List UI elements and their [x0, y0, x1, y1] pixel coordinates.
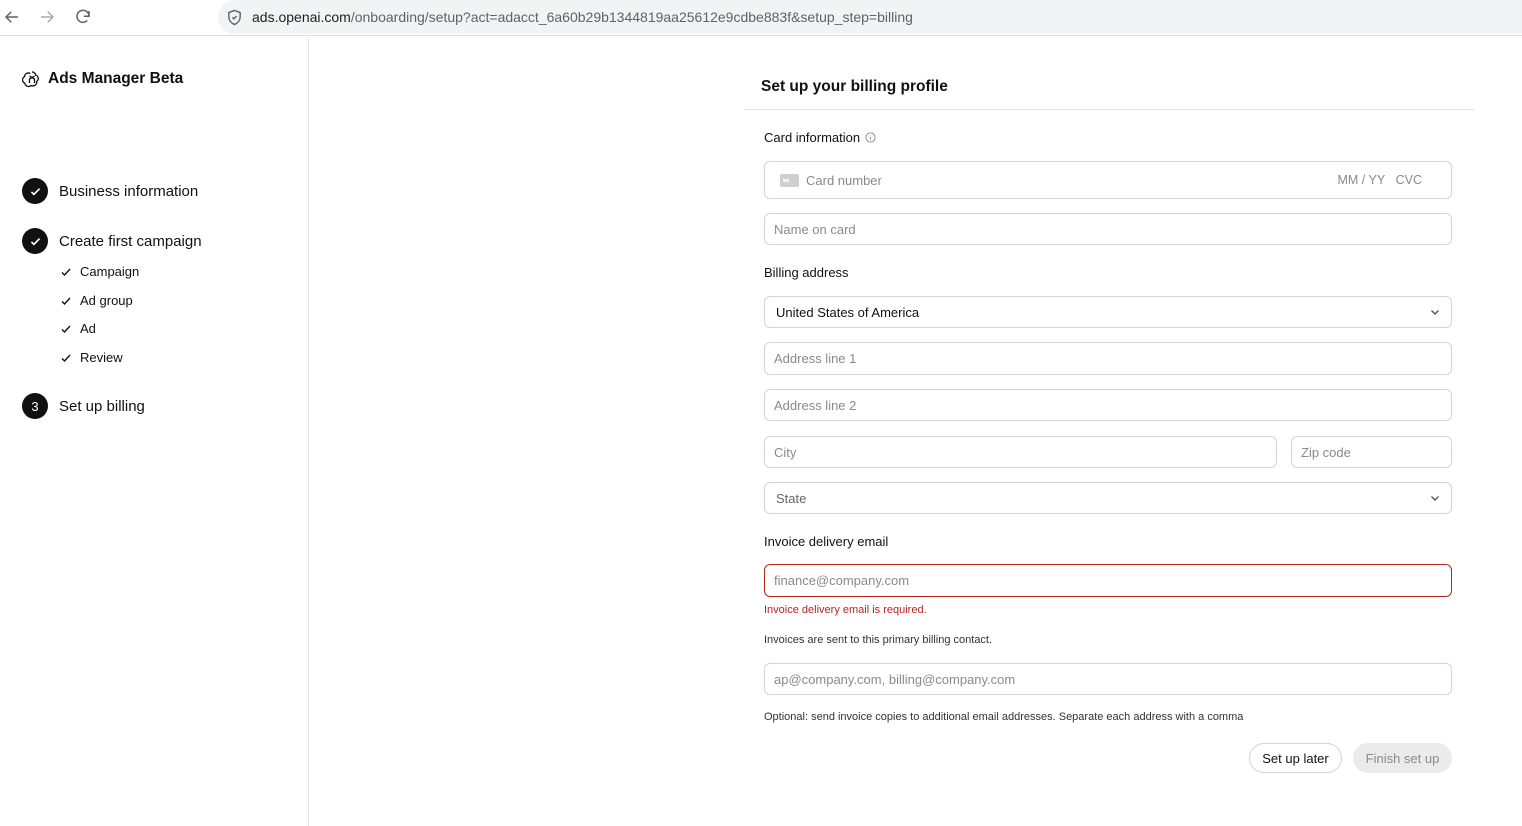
back-arrow-icon[interactable] [0, 5, 24, 29]
card-information-label: Card information [764, 130, 876, 145]
brand-name: Ads Manager Beta [48, 70, 184, 87]
url-domain: ads.openai.com [252, 9, 351, 25]
chevron-down-icon [1431, 496, 1439, 501]
billing-address-label: Billing address [764, 265, 849, 280]
step-label: Set up billing [59, 397, 145, 415]
address-bar[interactable]: ads.openai.com/onboarding/setup?act=adac… [218, 0, 1522, 34]
card-cvc-placeholder: CVC [1395, 173, 1422, 187]
step-complete-check-icon [22, 178, 48, 204]
check-icon [60, 352, 72, 364]
city-field[interactable]: City [764, 436, 1277, 468]
card-number-placeholder: Card number [806, 172, 882, 188]
city-placeholder: City [774, 444, 797, 460]
card-number-field[interactable]: Card number MM / YY CVC [764, 161, 1452, 199]
substep-campaign[interactable]: Campaign [60, 264, 139, 279]
step-number: 3 [22, 393, 48, 419]
substep-label: Review [80, 350, 123, 365]
address-line-2-field[interactable]: Address line 2 [764, 389, 1452, 421]
page-title: Set up your billing profile [761, 78, 948, 95]
card-expiry-cvc[interactable]: MM / YY CVC [1337, 173, 1422, 187]
openai-logo-icon [22, 71, 39, 88]
step-create-first-campaign[interactable]: Create first campaign [22, 228, 202, 254]
substep-label: Ad group [80, 293, 133, 308]
browser-toolbar: ads.openai.com/onboarding/setup?act=adac… [0, 0, 1522, 36]
country-value: United States of America [776, 304, 920, 320]
set-up-later-button[interactable]: Set up later [1249, 743, 1342, 773]
invoice-email-label: Invoice delivery email [764, 534, 889, 549]
divider [744, 109, 1474, 110]
finish-set-up-button[interactable]: Finish set up [1353, 743, 1452, 773]
state-placeholder: State [776, 490, 807, 506]
site-info-icon[interactable] [224, 7, 244, 27]
step-label: Business information [59, 182, 199, 200]
substep-ad-group[interactable]: Ad group [60, 293, 133, 308]
substep-review[interactable]: Review [60, 350, 123, 365]
invoice-email-help: Invoices are sent to this primary billin… [764, 634, 993, 646]
credit-card-icon [780, 173, 799, 187]
invoice-email-error: Invoice delivery email is required. [764, 604, 927, 616]
country-select[interactable]: United States of America [764, 296, 1452, 328]
url-path: /onboarding/setup?act=adacct_6a60b29b134… [350, 9, 913, 25]
address-line-2-placeholder: Address line 2 [774, 397, 857, 413]
invoice-email-field[interactable]: finance@company.com [764, 564, 1452, 597]
additional-emails-help: Optional: send invoice copies to additio… [764, 711, 1244, 723]
zip-code-field[interactable]: Zip code [1291, 436, 1452, 468]
step-complete-check-icon [22, 228, 48, 254]
name-on-card-field[interactable]: Name on card [764, 213, 1452, 245]
step-set-up-billing[interactable]: 3 Set up billing [22, 393, 145, 419]
brand: Ads Manager Beta [22, 69, 183, 89]
chevron-down-icon [1431, 310, 1439, 315]
substep-ad[interactable]: Ad [60, 321, 96, 336]
invoice-email-placeholder: finance@company.com [774, 573, 910, 588]
substep-label: Campaign [80, 264, 140, 279]
card-expiry-placeholder: MM / YY [1337, 173, 1386, 187]
reload-icon[interactable] [71, 5, 95, 29]
check-icon [60, 266, 72, 278]
address-line-1-field[interactable]: Address line 1 [764, 342, 1452, 375]
step-label: Create first campaign [59, 232, 202, 250]
name-on-card-placeholder: Name on card [774, 221, 856, 237]
check-icon [60, 323, 72, 335]
zip-code-placeholder: Zip code [1301, 444, 1351, 460]
state-select[interactable]: State [764, 482, 1452, 514]
additional-emails-field[interactable]: ap@company.com, billing@company.com [764, 663, 1452, 695]
sidebar: Ads Manager Beta Business information Cr… [0, 37, 309, 826]
step-business-information[interactable]: Business information [22, 178, 198, 204]
substep-label: Ad [80, 321, 96, 336]
additional-emails-placeholder: ap@company.com, billing@company.com [774, 671, 1016, 687]
url-text: ads.openai.com/onboarding/setup?act=adac… [252, 9, 913, 25]
info-icon[interactable] [865, 132, 876, 143]
check-icon [60, 295, 72, 307]
forward-arrow-icon[interactable] [35, 5, 59, 29]
card-information-text: Card information [764, 130, 861, 145]
address-line-1-placeholder: Address line 1 [774, 351, 857, 366]
